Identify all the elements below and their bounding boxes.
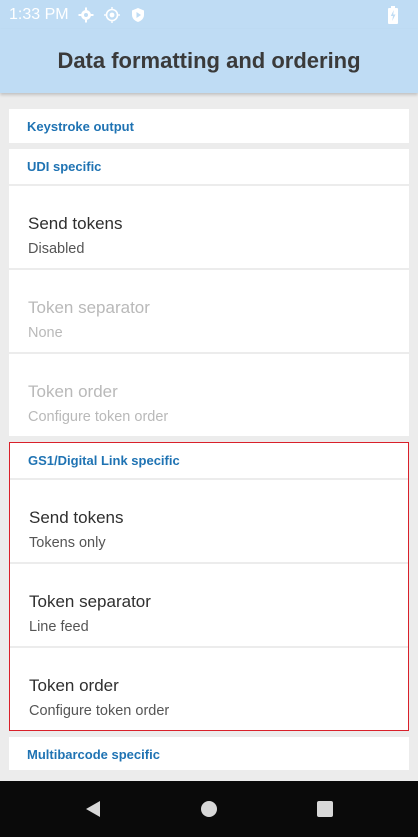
- item-title: Send tokens: [29, 508, 124, 527]
- item-value: Configure token order: [28, 409, 169, 425]
- section-header-gs1-digital-link: GS1/Digital Link specific: [28, 453, 180, 468]
- battery-icon: [384, 5, 402, 24]
- back-icon[interactable]: [81, 797, 105, 821]
- play-shield-icon: [129, 6, 147, 24]
- item-value: None: [28, 325, 63, 341]
- gs1-digital-link-card: GS1/Digital Link specific Send tokens To…: [9, 442, 409, 731]
- item-value: Tokens only: [29, 535, 106, 551]
- item-title: Token order: [28, 382, 118, 401]
- gs1-token-order-item[interactable]: Token order Configure token order: [10, 646, 408, 730]
- section-header-udi-specific: UDI specific: [27, 159, 102, 174]
- gs1-send-tokens-item[interactable]: Send tokens Tokens only: [10, 478, 408, 562]
- item-title: Token order: [29, 676, 119, 695]
- status-time: 1:33 PM: [9, 5, 69, 23]
- udi-token-order-item: Token order Configure token order: [9, 352, 409, 436]
- settings-list: Keystroke output UDI specific Send token…: [9, 109, 409, 770]
- item-value: Disabled: [28, 241, 85, 257]
- status-bar: 1:33 PM: [0, 0, 418, 29]
- item-value: Line feed: [29, 619, 89, 635]
- location-target-icon: [103, 6, 121, 24]
- gear-icon: [77, 6, 95, 24]
- app-bar: Data formatting and ordering: [0, 29, 418, 93]
- section-header-multibarcode-specific: Multibarcode specific: [27, 747, 160, 762]
- item-value: Configure token order: [29, 703, 170, 719]
- udi-token-separator-item: Token separator None: [9, 268, 409, 352]
- item-title: Send tokens: [28, 214, 123, 233]
- navigation-bar: [0, 781, 418, 837]
- page-title: Data formatting and ordering: [57, 48, 361, 73]
- keystroke-output-card: Keystroke output: [9, 109, 409, 143]
- item-title: Token separator: [29, 592, 151, 611]
- recents-icon[interactable]: [313, 797, 337, 821]
- udi-send-tokens-item[interactable]: Send tokens Disabled: [9, 184, 409, 268]
- section-header-keystroke-output: Keystroke output: [27, 118, 134, 134]
- multibarcode-specific-card: Multibarcode specific: [9, 737, 409, 770]
- gs1-token-separator-item[interactable]: Token separator Line feed: [10, 562, 408, 646]
- item-title: Token separator: [28, 298, 150, 317]
- home-icon[interactable]: [197, 797, 221, 821]
- udi-specific-card: UDI specific Send tokens Disabled Token …: [9, 149, 409, 436]
